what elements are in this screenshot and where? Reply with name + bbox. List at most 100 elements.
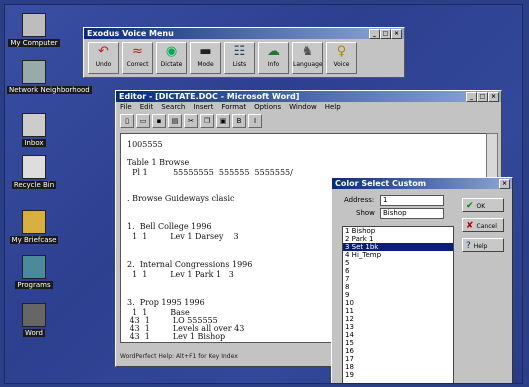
maximize-button[interactable]: □	[380, 29, 391, 39]
close-button[interactable]: ×	[391, 29, 402, 39]
desktop-icon-label: My Computer	[8, 39, 60, 47]
list-item[interactable]: 18	[343, 363, 453, 371]
desktop-icon-word[interactable]: Word	[7, 303, 61, 337]
list-item[interactable]: 16	[343, 347, 453, 355]
document-line: 1 1 Lev 1 Darsey 3	[127, 232, 239, 241]
desktop-icon-label: My Briefcase	[9, 236, 59, 244]
close-button[interactable]: ×	[488, 92, 499, 102]
menu-window[interactable]: Window	[289, 102, 317, 113]
print-icon[interactable]: ▤	[168, 114, 182, 128]
check-icon: ✔	[466, 201, 474, 211]
editor-title-text: Editor - [DICTATE.DOC - Microsoft Word]	[119, 92, 300, 101]
desktop-icon-label: Recycle Bin	[11, 181, 57, 189]
menu-help[interactable]: Help	[325, 102, 341, 113]
toolbar-window-title: Exodus Voice Menu _ □ ×	[84, 28, 404, 39]
list-item[interactable]: 12	[343, 315, 453, 323]
lists-tool-button[interactable]: ☷ Lists	[224, 42, 255, 74]
list-item[interactable]: 14	[343, 331, 453, 339]
voice-tool-button[interactable]: ♀ Voice	[326, 42, 357, 74]
cut-icon[interactable]: ✂	[184, 114, 198, 128]
menu-file[interactable]: File	[120, 102, 132, 113]
dictate-tool-button[interactable]: ◉ Dictate	[156, 42, 187, 74]
tool-label: Dictate	[160, 61, 183, 68]
info-icon: ☁	[267, 44, 280, 59]
voice-toolbar-window: Exodus Voice Menu _ □ × ↶ Undo ≈ Correct ◉…	[83, 27, 405, 78]
help-button[interactable]: ? Help	[462, 238, 504, 252]
menu-bar: File Edit Search Insert Format Options W…	[116, 102, 501, 113]
desktop-icon-inbox[interactable]: Inbox	[7, 113, 61, 147]
document-line: . Browse Guideways clasic	[127, 194, 235, 203]
tool-label: Mode	[197, 61, 214, 68]
help-question-icon: ?	[466, 241, 471, 251]
cancel-label: Cancel	[476, 223, 497, 230]
document-line: 1. Bell College 1996	[127, 222, 212, 231]
list-item[interactable]: 4 Hi_Temp	[343, 251, 453, 259]
menu-search[interactable]: Search	[161, 102, 185, 113]
list-item[interactable]: 10	[343, 299, 453, 307]
list-item[interactable]: 13	[343, 323, 453, 331]
list-item[interactable]: 9	[343, 291, 453, 299]
minimize-button[interactable]: _	[466, 92, 477, 102]
document-line: 1005555	[127, 140, 163, 149]
correct-icon: ≈	[132, 44, 143, 59]
list-item[interactable]: 19	[343, 371, 453, 379]
tool-label: Language	[293, 61, 323, 68]
address-field[interactable]: 1	[380, 195, 444, 206]
document-line: 2. Internal Congressions 1996	[127, 260, 253, 269]
desktop-icon-recycle-bin[interactable]: Recycle Bin	[7, 155, 61, 189]
mode-icon: ▬	[199, 44, 212, 59]
cancel-button[interactable]: ✘ Cancel	[462, 218, 504, 232]
ok-button[interactable]: ✔ OK	[462, 198, 504, 212]
save-icon[interactable]: ▪	[152, 114, 166, 128]
menu-options[interactable]: Options	[254, 102, 281, 113]
toolbar-window-title-text: Exodus Voice Menu	[87, 29, 174, 38]
list-item[interactable]: 3 Set 1bk	[343, 243, 453, 251]
open-icon[interactable]: ▭	[136, 114, 150, 128]
item-listbox[interactable]: 1 Bishop 2 Park 13 Set 1bk 4 Hi_Temp 5 6 7 8 9 1…	[342, 226, 454, 383]
list-item[interactable]: 7	[343, 275, 453, 283]
language-tool-button[interactable]: ♞ Language	[292, 42, 323, 74]
new-icon[interactable]: ▯	[120, 114, 134, 128]
document-line: Pl 1 55555555 555555 5555555/	[127, 168, 293, 177]
editor-toolbar: ▯ ▭ ▪ ▤ ✂ ❐ ▣ B I	[116, 113, 501, 131]
dialog-title-text: Color Select Custom	[335, 179, 427, 188]
computer-icon	[22, 13, 46, 37]
toolbar-row: ↶ Undo ≈ Correct ◉ Dictate ▬ Mode ☷ Lists ☁ In…	[84, 39, 404, 77]
menu-insert[interactable]: Insert	[193, 102, 213, 113]
dictate-icon: ◉	[165, 44, 178, 59]
italic-icon[interactable]: I	[248, 114, 262, 128]
list-item[interactable]: 15	[343, 339, 453, 347]
programs-icon	[22, 255, 46, 279]
list-item[interactable]: 8	[343, 283, 453, 291]
list-item[interactable]: 5	[343, 259, 453, 267]
list-item[interactable]: 6	[343, 267, 453, 275]
tool-label: Voice	[333, 61, 350, 68]
undo-icon: ↶	[98, 44, 109, 59]
list-item[interactable]: 1 Bishop	[343, 227, 453, 235]
minimize-button[interactable]: _	[369, 29, 380, 39]
info-tool-button[interactable]: ☁ Info	[258, 42, 289, 74]
copy-icon[interactable]: ❐	[200, 114, 214, 128]
menu-edit[interactable]: Edit	[140, 102, 154, 113]
menu-format[interactable]: Format	[221, 102, 246, 113]
list-item[interactable]: 17	[343, 355, 453, 363]
maximize-button[interactable]: □	[477, 92, 488, 102]
desktop-icon-network[interactable]: Network Neighborhood	[7, 60, 92, 94]
document-line: 1 1 Lev 1 Park 1 3	[127, 270, 234, 279]
show-field[interactable]: Bishop	[380, 208, 444, 219]
close-button[interactable]: ×	[499, 179, 510, 189]
bold-icon[interactable]: B	[232, 114, 246, 128]
list-item[interactable]: 11	[343, 307, 453, 315]
document-line: 43 1 Lev 1 Bishop	[127, 332, 226, 341]
desktop-icon-my-computer[interactable]: My Computer	[7, 13, 61, 47]
desktop-icon-briefcase[interactable]: My Briefcase	[7, 210, 61, 244]
help-label: Help	[473, 243, 488, 250]
tool-label: Undo	[95, 61, 112, 68]
mode-tool-button[interactable]: ▬ Mode	[190, 42, 221, 74]
desktop-icon-programs[interactable]: Programs	[7, 255, 61, 289]
list-item[interactable]: 2 Park 1	[343, 235, 453, 243]
desktop-icon-label: Programs	[15, 281, 53, 289]
undo-tool-button[interactable]: ↶ Undo	[88, 42, 119, 74]
correct-tool-button[interactable]: ≈ Correct	[122, 42, 153, 74]
paste-icon[interactable]: ▣	[216, 114, 230, 128]
